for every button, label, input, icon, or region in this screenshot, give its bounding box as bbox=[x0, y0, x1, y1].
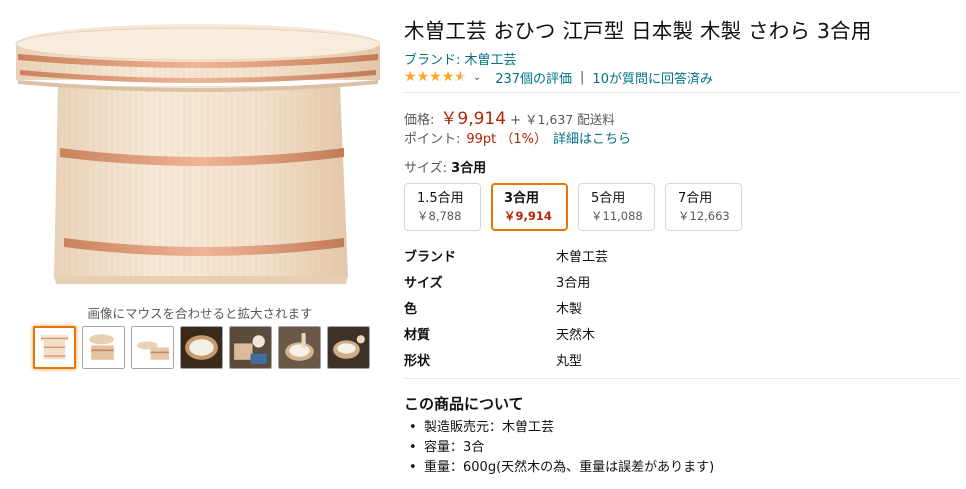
size-option-1-5go[interactable]: 1.5合用 ￥8,788 bbox=[404, 183, 481, 231]
divider bbox=[404, 378, 960, 379]
swatch-name: 7合用 bbox=[678, 191, 713, 206]
spec-row-color: 色 木製 bbox=[404, 294, 608, 320]
price-label: 価格: bbox=[404, 113, 435, 128]
star-icon: ★ bbox=[404, 69, 417, 85]
thumbnail-strip bbox=[33, 326, 370, 369]
product-title: 木曽工芸 おひつ 江戸型 日本製 木製 さわら 3合用 bbox=[404, 19, 872, 43]
thumbnail-1[interactable] bbox=[33, 326, 76, 369]
points-label: ポイント: bbox=[404, 132, 461, 147]
spec-row-shape: 形状 丸型 bbox=[404, 346, 608, 372]
spec-key: ブランド bbox=[404, 249, 457, 265]
thumbnail-4[interactable] bbox=[180, 326, 223, 369]
ratings-count-link[interactable]: 237個の評価 bbox=[495, 68, 572, 87]
spec-key: 材質 bbox=[404, 327, 431, 343]
spec-value: 天然木 bbox=[556, 327, 596, 343]
points-value: 99pt （1%） bbox=[466, 132, 548, 147]
swatch-price: ￥11,088 bbox=[591, 209, 643, 223]
spec-value: 木曽工芸 bbox=[556, 249, 609, 265]
spec-key: 色 bbox=[404, 301, 418, 317]
ohitsu-image bbox=[15, 24, 381, 286]
spec-value: 3合用 bbox=[556, 275, 591, 291]
qa-link[interactable]: 10が質問に回答済み bbox=[592, 68, 713, 87]
star-icon: ★ bbox=[441, 69, 455, 85]
size-selected: 3合用 bbox=[451, 161, 487, 176]
swatch-name: 5合用 bbox=[591, 191, 626, 206]
size-option-3go[interactable]: 3合用 ￥9,914 bbox=[491, 183, 568, 231]
price-row: 価格: ￥9,914 + ￥1,637 配送料 bbox=[404, 104, 615, 129]
divider bbox=[404, 92, 960, 93]
swatch-price: ￥8,788 bbox=[417, 209, 462, 223]
bullet-item: 容量：3合 bbox=[404, 438, 714, 458]
zoom-hint-text: 画像にマウスを合わせると拡大されます bbox=[87, 306, 313, 321]
size-label: サイズ: bbox=[404, 161, 447, 176]
swatch-price: ￥9,914 bbox=[504, 209, 552, 223]
plus-sign: + bbox=[510, 113, 521, 128]
swatch-price: ￥12,663 bbox=[678, 209, 730, 223]
spec-row-material: 材質 天然木 bbox=[404, 320, 608, 346]
rating-row: ★ ★ ★ ★ ★ ⌄ 237個の評価 | 10が質問に回答済み bbox=[404, 68, 713, 87]
feature-bullets: 製造販売元：木曽工芸 容量：3合 重量：600g(天然木の為、重量は誤差がありま… bbox=[404, 418, 714, 478]
spec-table: ブランド 木曽工芸 サイズ 3合用 色 木製 材質 天然木 形状 丸型 bbox=[404, 242, 608, 372]
spec-value: 丸型 bbox=[556, 353, 583, 369]
half-star-icon: ★ bbox=[454, 70, 467, 84]
shipping-fee: ￥1,637 配送料 bbox=[524, 112, 615, 127]
thumbnail-5[interactable] bbox=[229, 326, 272, 369]
bullet-item: 製造販売元：木曽工芸 bbox=[404, 418, 714, 438]
points-details-link[interactable]: 詳細はこちら bbox=[553, 128, 631, 147]
size-row: サイズ: 3合用 bbox=[404, 157, 486, 176]
price-value: ￥9,914 bbox=[440, 109, 507, 129]
size-option-7go[interactable]: 7合用 ￥12,663 bbox=[665, 183, 742, 231]
spec-key: サイズ bbox=[404, 275, 443, 291]
chevron-down-icon[interactable]: ⌄ bbox=[473, 72, 481, 83]
spec-row-size: サイズ 3合用 bbox=[404, 268, 608, 294]
swatch-name: 3合用 bbox=[504, 191, 540, 206]
star-rating[interactable]: ★ ★ ★ ★ ★ bbox=[404, 70, 467, 84]
divider: | bbox=[580, 69, 585, 85]
spec-key: 形状 bbox=[404, 353, 431, 369]
about-heading: この商品について bbox=[404, 395, 524, 413]
main-product-image[interactable] bbox=[14, 14, 382, 304]
thumbnail-2[interactable] bbox=[82, 326, 125, 369]
bullet-item: 重量：600g(天然木の為、重量は誤差があります) bbox=[404, 458, 714, 478]
swatch-name: 1.5合用 bbox=[417, 191, 464, 206]
thumbnail-6[interactable] bbox=[278, 326, 321, 369]
star-icon: ★ bbox=[429, 69, 442, 85]
thumbnail-3[interactable] bbox=[131, 326, 174, 369]
brand-link[interactable]: ブランド: 木曽工芸 bbox=[404, 49, 517, 68]
spec-row-brand: ブランド 木曽工芸 bbox=[404, 242, 608, 268]
star-icon: ★ bbox=[416, 69, 430, 85]
size-swatches: 1.5合用 ￥8,788 3合用 ￥9,914 5合用 ￥11,088 7合用 … bbox=[404, 183, 742, 231]
thumbnail-7[interactable] bbox=[327, 326, 370, 369]
points-row: ポイント: 99pt （1%） 詳細はこちら bbox=[404, 128, 631, 147]
spec-value: 木製 bbox=[556, 301, 583, 317]
size-option-5go[interactable]: 5合用 ￥11,088 bbox=[578, 183, 655, 231]
